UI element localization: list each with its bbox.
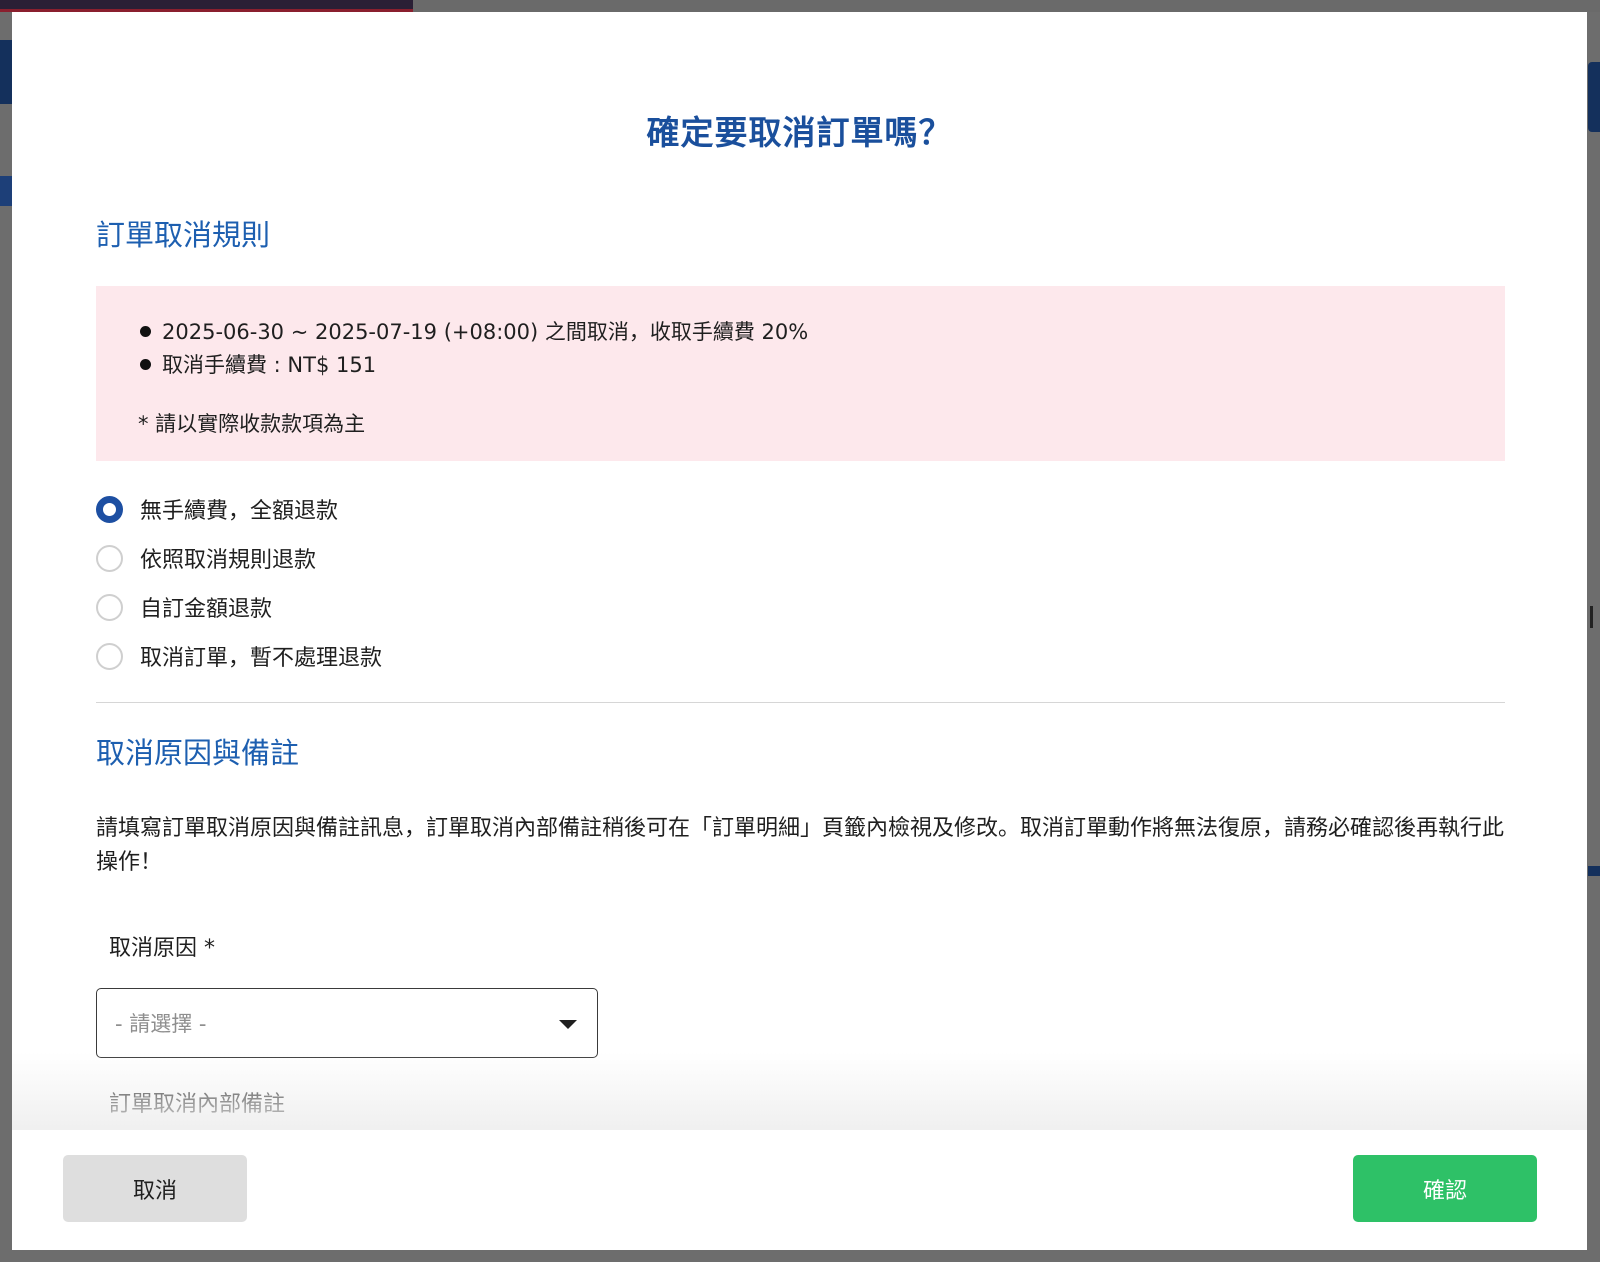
background-right-glyph (1590, 606, 1600, 628)
refund-option-label: 無手續費，全額退款 (140, 499, 339, 524)
background-sidebar-block (0, 40, 12, 104)
reason-description: 請填寫訂單取消原因與備註訊息，訂單取消內部備註稍後可在「訂單明細」頁籤內檢視及修… (96, 816, 1505, 875)
background-header-right (413, 0, 1600, 12)
refund-option-no-refund[interactable]: 取消訂單，暫不處理退款 (96, 640, 382, 672)
background-right-block (1588, 62, 1600, 132)
refund-option-label: 依照取消規則退款 (140, 548, 317, 573)
refund-option-custom[interactable]: 自訂金額退款 (96, 591, 272, 623)
cancellation-rules-box: 2025-06-30 ~ 2025-07-19 (+08:00) 之間取消，收取… (96, 286, 1505, 461)
confirm-button[interactable]: 確認 (1353, 1155, 1537, 1222)
caret-down-icon (559, 1020, 577, 1029)
cancel-button[interactable]: 取消 (63, 1155, 247, 1222)
dialog-body[interactable]: 確定要取消訂單嗎？ 訂單取消規則 2025-06-30 ~ 2025-07-19… (12, 12, 1587, 1130)
dialog-footer: 取消 確認 (12, 1130, 1587, 1250)
radio-unchecked-icon[interactable] (96, 642, 123, 670)
background-right-bar (1588, 866, 1600, 876)
cancel-order-dialog: 確定要取消訂單嗎？ 訂單取消規則 2025-06-30 ~ 2025-07-19… (12, 12, 1587, 1250)
select-placeholder: - 請選擇 - (115, 1012, 207, 1036)
radio-unchecked-icon[interactable] (96, 544, 123, 572)
reason-field-label: 取消原因 * (109, 936, 215, 961)
rule-text: 2025-06-30 ~ 2025-07-19 (+08:00) 之間取消，收取… (162, 320, 809, 344)
dialog-title: 確定要取消訂單嗎？ (646, 113, 953, 152)
reason-section-title: 取消原因與備註 (96, 736, 300, 770)
cancellation-rules-title: 訂單取消規則 (96, 218, 271, 252)
rule-text: 取消手續費 : NT$ 151 (162, 353, 377, 377)
refund-option-by-rules[interactable]: 依照取消規則退款 (96, 542, 316, 574)
rule-item: 取消手續費 : NT$ 151 (140, 349, 376, 379)
bullet-icon (140, 358, 151, 370)
section-divider (96, 702, 1505, 703)
cancel-reason-select[interactable]: - 請選擇 - (96, 988, 598, 1058)
internal-note-label: 訂單取消內部備註 (109, 1092, 286, 1117)
bullet-icon (140, 325, 151, 337)
refund-option-label: 自訂金額退款 (140, 597, 273, 622)
rules-note: * 請以實際收款款項為主 (138, 412, 366, 436)
radio-checked-icon[interactable] (96, 495, 123, 523)
background-sidebar-mark (0, 176, 12, 206)
refund-option-full[interactable]: 無手續費，全額退款 (96, 493, 338, 525)
background-header-left (0, 0, 413, 12)
rule-item: 2025-06-30 ~ 2025-07-19 (+08:00) 之間取消，收取… (140, 316, 808, 346)
refund-option-label: 取消訂單，暫不處理退款 (140, 646, 383, 671)
radio-unchecked-icon[interactable] (96, 593, 123, 621)
